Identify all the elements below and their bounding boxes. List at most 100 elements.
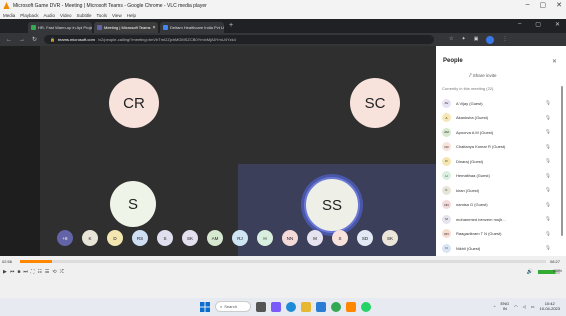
participant-chip[interactable]: H bbox=[257, 230, 273, 246]
participant-chip[interactable]: M bbox=[307, 230, 323, 246]
scrollbar[interactable] bbox=[561, 86, 563, 236]
participant-row[interactable]: AM Apoorva A M (Guest) 🎙 bbox=[439, 125, 557, 140]
store-icon[interactable] bbox=[316, 301, 326, 312]
browser-tab[interactable]: HR- Fast Warm-up in Api Project× bbox=[28, 22, 92, 33]
participant-row[interactable]: AV A Vijay (Guest) 🎙 bbox=[439, 96, 557, 111]
taskbar-search[interactable]: ⌕ Search bbox=[215, 301, 251, 312]
mic-muted-icon: 🎙 bbox=[545, 216, 551, 222]
close-panel-icon[interactable]: ✕ bbox=[552, 58, 557, 65]
edge-icon[interactable] bbox=[286, 301, 296, 312]
chrome-tab-strip: HR- Fast Warm-up in Api Project×Meeting … bbox=[0, 19, 566, 33]
vlc-taskbar-icon[interactable] bbox=[346, 301, 356, 312]
participant-row[interactable]: CR Chaitanya Kumar R (Guest) 🎙 bbox=[439, 140, 557, 155]
participant-row[interactable]: RN Raagavikram T N (Guest) 🎙 bbox=[439, 227, 557, 242]
loop-icon[interactable]: ⟲ bbox=[52, 269, 56, 275]
close-icon[interactable]: ✕ bbox=[556, 1, 562, 9]
teams-chat-icon[interactable] bbox=[271, 301, 281, 312]
wifi-icon[interactable]: ◠ bbox=[514, 304, 518, 309]
language-indicator[interactable]: ENG IN bbox=[501, 301, 510, 311]
sidebar-icon[interactable]: ▣ bbox=[474, 36, 479, 44]
profile-avatar[interactable] bbox=[486, 35, 495, 44]
back-icon[interactable]: ← bbox=[6, 37, 12, 43]
extensions-icon[interactable]: ✦ bbox=[462, 36, 466, 44]
shuffle-icon[interactable]: ⤮ bbox=[60, 269, 64, 275]
speaker-icon[interactable]: ◁ bbox=[523, 304, 526, 309]
tab-close-icon[interactable]: × bbox=[153, 25, 156, 31]
vlc-menu-item[interactable]: Audio bbox=[44, 13, 56, 18]
participant-avatar: K bbox=[442, 185, 451, 195]
tab-label: Meeting | Microsoft Teams bbox=[104, 25, 151, 30]
next-icon[interactable]: ⏭ bbox=[23, 269, 28, 275]
clock[interactable]: 10:42 10-04-2023 bbox=[540, 301, 560, 311]
battery-icon[interactable]: ▭ bbox=[531, 304, 535, 309]
bookmark-star-icon[interactable]: ☆ bbox=[449, 36, 453, 44]
participant-row[interactable]: Mmohammed benzem mujh... 🎙 bbox=[439, 212, 557, 227]
seek-slider[interactable] bbox=[20, 259, 546, 263]
mic-muted-icon: 🎙 bbox=[545, 172, 551, 178]
meeting-stage: CR SC S SS +8 K D RS S SK AM RJ H NN M S SD SK bbox=[40, 46, 436, 256]
participant-row[interactable]: N Nikhil (Guest) 🎙 bbox=[439, 241, 557, 256]
browser-tab[interactable]: Meeting | Microsoft Teams × bbox=[94, 22, 158, 33]
previous-icon[interactable]: ⏮ bbox=[10, 269, 15, 275]
chrome-minimize-icon[interactable]: – bbox=[518, 21, 521, 28]
chrome-close-icon[interactable]: ✕ bbox=[555, 21, 560, 28]
file-explorer-icon[interactable] bbox=[301, 301, 311, 312]
new-tab-button[interactable]: + bbox=[226, 22, 233, 33]
participant-row[interactable]: NN namisa G (Guest) 🎙 bbox=[439, 198, 557, 213]
video-tile[interactable]: SC bbox=[238, 46, 436, 164]
participant-chip[interactable]: S bbox=[157, 230, 173, 246]
windows-start-icon[interactable] bbox=[200, 301, 210, 312]
participant-chip[interactable]: +8 bbox=[57, 230, 73, 246]
participant-chip[interactable]: S bbox=[332, 230, 348, 246]
tab-favicon-icon bbox=[31, 25, 36, 30]
share-invite-button[interactable]: ⤤ Share invite bbox=[469, 73, 497, 78]
vlc-menu-item[interactable]: Video bbox=[60, 13, 71, 18]
participant-chip[interactable]: SD bbox=[357, 230, 373, 246]
video-tile[interactable]: CR bbox=[40, 46, 238, 164]
extended-settings-icon[interactable]: ☷ bbox=[37, 269, 41, 275]
menu-dots-icon[interactable]: ⋮ bbox=[502, 36, 507, 44]
participant-row[interactable]: D Dinaraj (Guest) 🎙 bbox=[439, 154, 557, 169]
tray-chevron-icon[interactable]: ^ bbox=[494, 304, 496, 309]
vlc-menu-item[interactable]: Subtitle bbox=[76, 13, 91, 18]
participant-chip[interactable]: SK bbox=[182, 230, 198, 246]
vlc-menu-item[interactable]: Tools bbox=[97, 13, 108, 18]
participant-chip[interactable]: AM bbox=[207, 230, 223, 246]
volume-percent: 100% bbox=[553, 269, 562, 273]
participant-avatar: NN bbox=[442, 200, 451, 210]
play-icon[interactable]: ▶ bbox=[3, 269, 7, 275]
fullscreen-icon[interactable]: ⛶ bbox=[31, 269, 35, 275]
stop-icon[interactable]: ■ bbox=[17, 269, 20, 275]
volume-icon[interactable]: 🔊 bbox=[527, 269, 533, 275]
chrome-maximize-icon[interactable]: ▢ bbox=[535, 21, 541, 28]
chrome-icon[interactable] bbox=[331, 301, 341, 312]
mic-muted-icon: 🎙 bbox=[545, 100, 551, 106]
playlist-icon[interactable]: ☰ bbox=[45, 269, 49, 275]
participant-avatar: RN bbox=[442, 229, 451, 239]
participant-chip[interactable]: NN bbox=[282, 230, 298, 246]
url-path: /v2/people-calling/?meeting=bnVbTmI2Zjxh… bbox=[97, 37, 236, 42]
reload-icon[interactable]: ↻ bbox=[32, 36, 37, 43]
minimize-icon[interactable]: – bbox=[526, 1, 530, 9]
omnibox[interactable]: 🔒 teams.microsoft.com/v2/people-calling/… bbox=[44, 35, 435, 44]
participant-row[interactable]: H Hemalthaa (Guest) 🎙 bbox=[439, 169, 557, 184]
forward-icon[interactable]: → bbox=[19, 37, 25, 43]
participant-chip[interactable]: K bbox=[82, 230, 98, 246]
vlc-menu-item[interactable]: Playback bbox=[20, 13, 38, 18]
vlc-menu-item[interactable]: Media bbox=[3, 13, 15, 18]
participant-row[interactable]: Kkiran (Guest) 🎙 bbox=[439, 183, 557, 198]
participant-name: kiran (Guest) bbox=[456, 187, 480, 193]
participant-chip[interactable]: RJ bbox=[232, 230, 248, 246]
vlc-menu-item[interactable]: Help bbox=[127, 13, 136, 18]
task-view-icon[interactable] bbox=[256, 301, 266, 312]
whatsapp-icon[interactable] bbox=[361, 301, 371, 312]
participant-chip[interactable]: D bbox=[107, 230, 123, 246]
browser-tab[interactable]: Deltam Healthcare India Pvt Ltd.× bbox=[160, 22, 224, 33]
vlc-menu-item[interactable]: View bbox=[112, 13, 122, 18]
vlc-seek-row: 02:56 08:27 bbox=[0, 256, 566, 266]
participant-chip[interactable]: RS bbox=[132, 230, 148, 246]
participant-name: A Vijay (Guest) bbox=[456, 100, 483, 106]
participant-row[interactable]: A Akanksha (Guest) 🎙 bbox=[439, 111, 557, 126]
maximize-icon[interactable]: ▢ bbox=[540, 1, 547, 9]
participant-chip[interactable]: SK bbox=[382, 230, 398, 246]
